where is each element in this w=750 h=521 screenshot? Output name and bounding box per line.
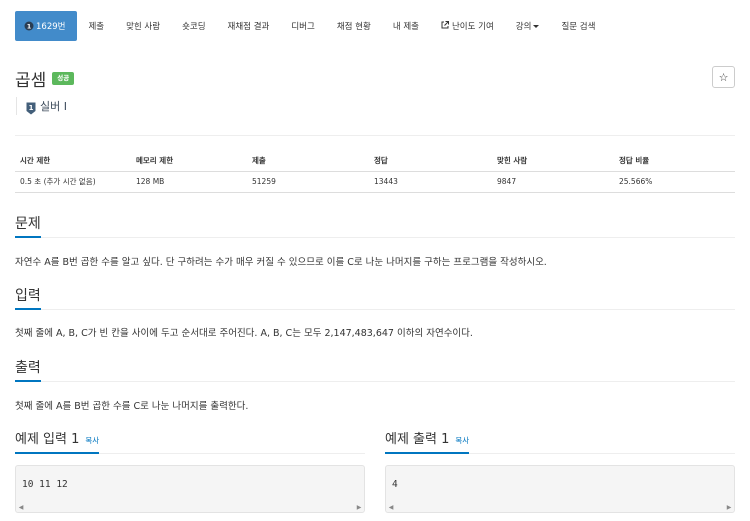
svg-text:1: 1: [29, 104, 34, 112]
output-section-title: 출력: [15, 359, 41, 382]
problem-section-header: 문제: [15, 214, 735, 238]
scroll-right-icon[interactable]: ▶: [724, 502, 734, 512]
column-header: 맞힌 사람: [492, 151, 614, 172]
column-header: 시간 제한: [15, 151, 131, 172]
star-button[interactable]: ☆: [712, 66, 735, 88]
problem-description: 자연수 A를 B번 곱한 수를 알고 싶다. 단 구하려는 수가 매우 커질 수…: [15, 257, 547, 268]
tab-lecture-label: 강의: [515, 22, 532, 32]
tab-solved-users[interactable]: 맞힌 사람: [115, 11, 171, 41]
tab-problem[interactable]: 1 1629번: [15, 11, 78, 41]
table-row: 0.5 초 (추가 시간 없음) 128 MB 51259 13443 9847…: [15, 171, 735, 193]
tier-badge-icon: 1: [24, 21, 34, 31]
column-header: 메모리 제한: [131, 151, 247, 172]
tier-row: 1 실버 I: [16, 97, 67, 115]
scroll-left-icon[interactable]: ◀: [16, 502, 26, 512]
sample-input-box[interactable]: 10 11 12 ◀ ▶: [15, 465, 365, 513]
sample-input-title-label: 예제 입력 1: [15, 432, 80, 447]
horizontal-scrollbar[interactable]: ◀ ▶: [16, 502, 364, 512]
output-description: 첫째 줄에 A를 B번 곱한 수를 C로 나눈 나머지를 출력한다.: [15, 401, 249, 412]
column-header: 제출: [247, 151, 369, 172]
sample-output-text: 4: [392, 479, 398, 490]
table-header-row: 시간 제한 메모리 제한 제출 정답 맞힌 사람 정답 비율: [15, 151, 735, 172]
input-section-header: 입력: [15, 286, 735, 310]
tab-short-coding[interactable]: 숏코딩: [171, 11, 216, 41]
tab-status[interactable]: 채점 현황: [326, 11, 382, 41]
status-badge: 성공: [52, 72, 75, 85]
scroll-right-icon[interactable]: ▶: [354, 502, 364, 512]
column-header: 정답 비율: [614, 151, 735, 172]
table-cell: 25.566%: [614, 171, 735, 193]
problem-info-table: 시간 제한 메모리 제한 제출 정답 맞힌 사람 정답 비율 0.5 초 (추가…: [15, 151, 735, 193]
sample-output-title-label: 예제 출력 1: [385, 432, 450, 447]
sample-input-text: 10 11 12: [22, 479, 68, 490]
tier-label[interactable]: 실버 I: [40, 98, 67, 114]
table-cell: 51259: [247, 171, 369, 193]
horizontal-scrollbar[interactable]: ◀ ▶: [386, 502, 734, 512]
tab-debug[interactable]: 디버그: [280, 11, 325, 41]
divider: [15, 135, 735, 136]
table-cell: 0.5 초 (추가 시간 없음): [15, 171, 131, 193]
output-section-header: 출력: [15, 358, 735, 382]
problem-nav-tabs: 1 1629번 제출 맞힌 사람 숏코딩 재채점 결과 디버그 채점 현황 내 …: [15, 11, 735, 41]
svg-text:1: 1: [27, 22, 32, 30]
external-link-icon: [441, 21, 449, 31]
caret-down-icon: [533, 24, 540, 28]
sample-output-box[interactable]: 4 ◀ ▶: [385, 465, 735, 513]
tab-question-search[interactable]: 질문 검색: [550, 11, 606, 41]
star-icon: ☆: [718, 70, 729, 84]
silver-tier-icon: 1: [26, 100, 36, 114]
tab-my-submissions[interactable]: 내 제출: [382, 11, 430, 41]
tab-problem-label: 1629번: [36, 22, 66, 32]
input-description: 첫째 줄에 A, B, C가 빈 칸을 사이에 두고 순서대로 주어진다. A,…: [15, 328, 473, 339]
problem-section-title: 문제: [15, 215, 41, 238]
copy-sample-input-link[interactable]: 복사: [85, 432, 99, 449]
table-cell: 9847: [492, 171, 614, 193]
tab-submit[interactable]: 제출: [77, 11, 115, 41]
tab-judge-results[interactable]: 재채점 결과: [217, 11, 281, 41]
copy-sample-output-link[interactable]: 복사: [455, 432, 469, 449]
input-section-title: 입력: [15, 287, 41, 310]
sample-output-title: 예제 출력 1 복사: [385, 431, 470, 454]
title-row: 곱셈 성공: [15, 66, 75, 91]
tab-difficulty-contribution-label: 난이도 기여: [451, 22, 494, 32]
scroll-left-icon[interactable]: ◀: [386, 502, 396, 512]
table-cell: 13443: [369, 171, 492, 193]
page-title: 곱셈: [15, 71, 47, 91]
tab-lecture[interactable]: 강의: [505, 11, 551, 41]
column-header: 정답: [369, 151, 492, 172]
tab-difficulty-contribution[interactable]: 난이도 기여: [430, 11, 505, 41]
sample-input-title: 예제 입력 1 복사: [15, 431, 100, 454]
sample-input-header: 예제 입력 1 복사: [15, 430, 365, 454]
sample-output-header: 예제 출력 1 복사: [385, 430, 735, 454]
table-cell: 128 MB: [131, 171, 247, 193]
